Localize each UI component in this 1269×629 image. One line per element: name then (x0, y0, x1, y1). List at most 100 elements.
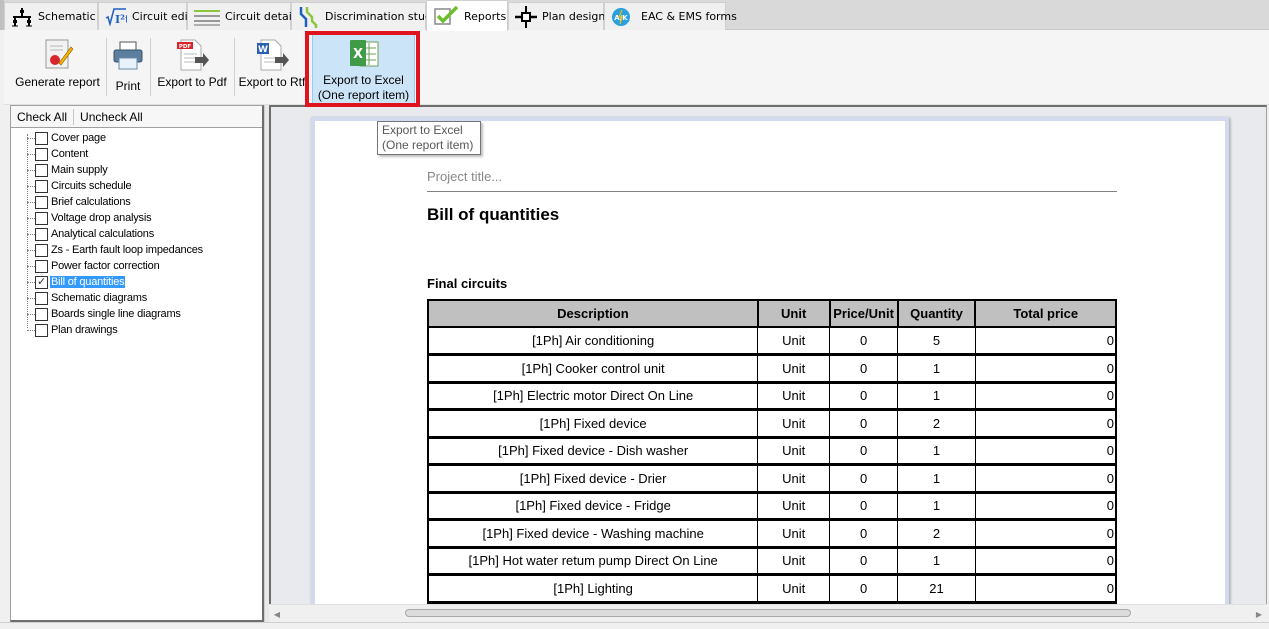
table-cell: 1 (897, 437, 976, 466)
report-item[interactable]: ✓ Bill of quantities (11, 274, 262, 290)
report-item[interactable]: Schematic diagrams (11, 290, 262, 306)
discrimination-icon (298, 6, 320, 28)
table-cell: 0 (974, 354, 1117, 384)
table-row: [1Ph] Fixed device Unit 0 2 0 (427, 409, 1117, 439)
tab-strip: Schematic I²t Circuit edit Circuit detai… (0, 0, 1269, 31)
ribbon-separator (150, 38, 151, 96)
report-item-label[interactable]: Cover page (50, 132, 107, 144)
tab-discrimination-study[interactable]: Discrimination study (291, 2, 438, 30)
bill-of-quantities-table: Description Unit Price/Unit Quantity Total p… (427, 299, 1117, 604)
checkbox[interactable] (35, 307, 48, 321)
table-row: [1Ph] Cooker control unit Unit 0 1 0 (427, 354, 1117, 384)
checkbox[interactable] (35, 291, 48, 305)
export-pdf-button[interactable]: PDF Export to Pdf (152, 34, 232, 102)
report-page: Project title... Bill of quantities Fina… (311, 117, 1229, 617)
table-row: [1Ph] Air conditioning Unit 0 5 0 (427, 327, 1117, 356)
report-item[interactable]: Analytical calculations (11, 226, 262, 242)
report-item-label[interactable]: Content (50, 148, 89, 160)
report-item-label[interactable]: Voltage drop analysis (50, 212, 152, 224)
checkbox[interactable] (35, 195, 48, 209)
scrollbar-thumb[interactable] (405, 609, 1131, 617)
table-cell: 2 (897, 409, 976, 439)
report-item-label[interactable]: Brief calculations (50, 196, 132, 208)
ribbon-separator (234, 38, 235, 96)
tab-label: Plan design (542, 10, 606, 23)
table-cell: 0 (974, 382, 1117, 411)
tree-connector (27, 281, 35, 283)
table-cell: 0 (974, 492, 1117, 521)
table-cell: 0 (829, 464, 899, 494)
report-item-label[interactable]: Zs - Earth fault loop impedances (50, 244, 204, 256)
report-item[interactable]: Zs - Earth fault loop impedances (11, 242, 262, 258)
checkbox[interactable] (35, 259, 48, 273)
horizontal-scrollbar[interactable]: ◀ ▶ (269, 604, 1267, 622)
tree-connector (27, 201, 35, 203)
checkbox[interactable] (35, 163, 48, 177)
table-cell: Unit (757, 382, 831, 411)
checkbox[interactable] (35, 227, 48, 241)
tab-circuit-details[interactable]: Circuit details (187, 2, 301, 30)
report-item[interactable]: Plan drawings (11, 322, 262, 338)
checkbox[interactable] (35, 243, 48, 257)
report-title: Bill of quantities (427, 205, 560, 224)
checkbox[interactable] (35, 211, 48, 225)
table-cell: 0 (829, 409, 899, 439)
report-item[interactable]: Voltage drop analysis (11, 210, 262, 226)
export-excel-tooltip: Export to Excel (One report item) (377, 121, 481, 155)
uncheck-all-button[interactable]: Uncheck All (74, 110, 149, 124)
tree-connector (27, 185, 35, 187)
report-item-label[interactable]: Plan drawings (50, 324, 119, 336)
report-item-label[interactable]: Analytical calculations (50, 228, 155, 240)
table-cell: 0 (829, 492, 899, 521)
checkbox-checked[interactable]: ✓ (35, 275, 48, 289)
column-header: Total price (974, 299, 1117, 328)
report-item-label[interactable]: Schematic diagrams (50, 292, 148, 304)
tab-eac-ems-forms[interactable]: A/K EAC & EMS forms (604, 2, 737, 30)
generate-report-button[interactable]: Generate report (10, 34, 105, 102)
table-cell: 5 (897, 327, 976, 356)
checkbox[interactable] (35, 147, 48, 161)
checkbox[interactable] (35, 323, 48, 337)
table-row: [1Ph] Fixed device - Drier Unit 0 1 0 (427, 464, 1117, 494)
column-header: Quantity (896, 299, 977, 328)
report-item-label[interactable]: Circuits schedule (50, 180, 132, 192)
scroll-right-arrow-icon[interactable]: ▶ (1254, 608, 1264, 620)
report-item[interactable]: Main supply (11, 162, 262, 178)
report-item[interactable]: Cover page (11, 130, 262, 146)
tab-plan-design[interactable]: Plan design (508, 2, 606, 30)
tab-schematic[interactable]: Schematic (4, 2, 98, 30)
tree-connector (27, 169, 35, 171)
report-preview: Project title... Bill of quantities Fina… (269, 105, 1267, 622)
tab-label: Circuit edit (132, 10, 193, 23)
table-cell: Unit (757, 574, 831, 604)
print-button[interactable]: Print (108, 34, 148, 102)
check-all-button[interactable]: Check All (11, 110, 73, 124)
report-item-label[interactable]: Main supply (50, 164, 109, 176)
table-cell: 1 (897, 547, 976, 576)
checkbox[interactable] (35, 179, 48, 193)
report-item[interactable]: Brief calculations (11, 194, 262, 210)
tab-circuit-edit[interactable]: I²t Circuit edit (98, 2, 192, 30)
schematic-icon (11, 6, 33, 28)
title-divider (427, 191, 1117, 192)
circuit-edit-icon: I²t (105, 6, 127, 28)
tree-connector (27, 153, 35, 155)
report-item-label[interactable]: Power factor correction (50, 260, 161, 272)
checkbox[interactable] (35, 131, 48, 145)
export-rtf-button[interactable]: W Export to Rtf (236, 34, 308, 102)
eac-ems-icon: A/K (611, 6, 631, 28)
report-item[interactable]: Power factor correction (11, 258, 262, 274)
report-item[interactable]: Boards single line diagrams (11, 306, 262, 322)
report-items-tree: Cover page Content Main supply Circuits sch… (11, 128, 262, 338)
report-item-label[interactable]: Bill of quantities (50, 276, 126, 288)
tree-connector (27, 217, 35, 219)
report-item-label[interactable]: Boards single line diagrams (50, 308, 182, 320)
table-cell: 0 (829, 547, 899, 576)
table-cell: 1 (897, 464, 976, 494)
export-excel-button[interactable]: X Export to Excel (One report item) (312, 34, 415, 104)
tab-reports[interactable]: Reports (426, 0, 508, 31)
scroll-left-arrow-icon[interactable]: ◀ (272, 608, 282, 620)
table-cell: 2 (897, 519, 976, 549)
report-item[interactable]: Content (11, 146, 262, 162)
report-item[interactable]: Circuits schedule (11, 178, 262, 194)
